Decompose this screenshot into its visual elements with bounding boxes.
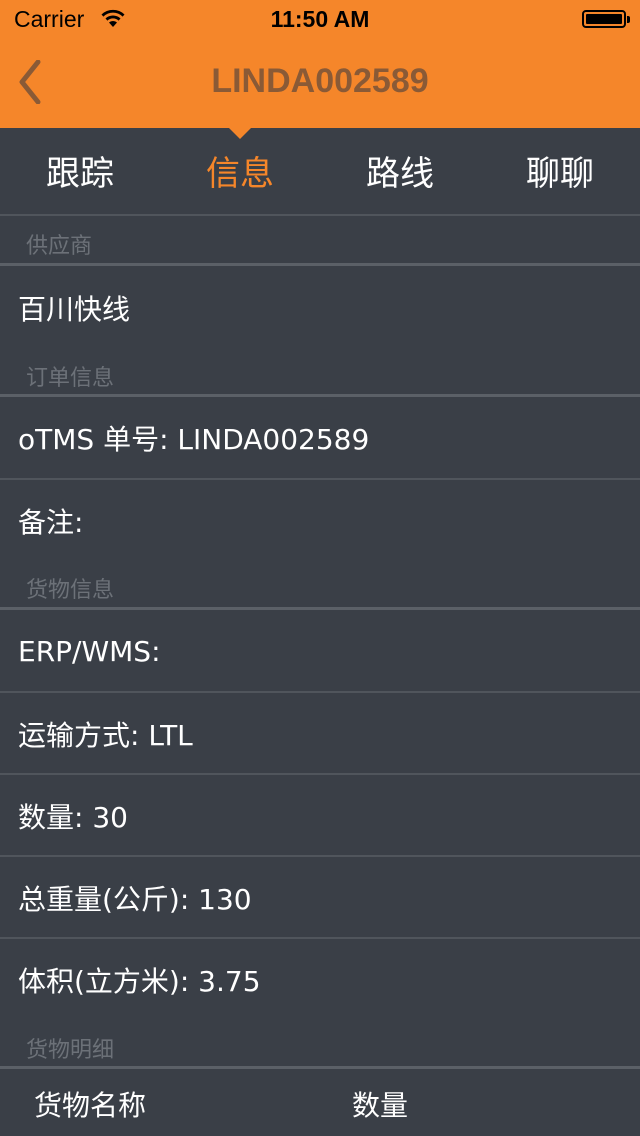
tab-chat[interactable]: 聊聊 [480, 146, 640, 195]
supplier-value: 百川快线 [18, 293, 131, 326]
volume-row: 体积(立方米): 3.75 [18, 965, 261, 998]
tab-bar: 跟踪 信息 路线 聊聊 [0, 128, 640, 216]
active-tab-indicator [229, 128, 251, 139]
section-header-supplier: 供应商 [26, 234, 93, 259]
erp-wms-row: ERP/WMS: [18, 634, 161, 668]
quantity-row: 数量: 30 [18, 801, 128, 834]
divider [0, 1066, 640, 1069]
section-header-cargo: 货物信息 [26, 578, 115, 603]
tab-info[interactable]: 信息 [160, 146, 320, 195]
remark-row: 备注: [18, 506, 84, 539]
column-header-quantity: 数量 [352, 1089, 409, 1122]
transport-mode-row: 运输方式: LTL [18, 719, 193, 752]
navigation-bar: Carrier 11:50 AM LINDA002589 [0, 0, 640, 128]
status-bar: Carrier 11:50 AM [0, 0, 640, 40]
column-header-cargo-name: 货物名称 [34, 1089, 147, 1122]
tab-route[interactable]: 路线 [320, 146, 480, 195]
page-title: LINDA002589 [211, 62, 429, 100]
status-time: 11:50 AM [270, 6, 370, 32]
section-header-order: 订单信息 [26, 366, 115, 391]
total-weight-row: 总重量(公斤): 130 [18, 883, 252, 916]
section-header-cargo-detail: 货物明细 [26, 1038, 115, 1063]
battery-icon [582, 10, 630, 28]
otms-number-row: oTMS 单号: LINDA002589 [18, 423, 370, 456]
tab-tracking[interactable]: 跟踪 [0, 146, 160, 195]
